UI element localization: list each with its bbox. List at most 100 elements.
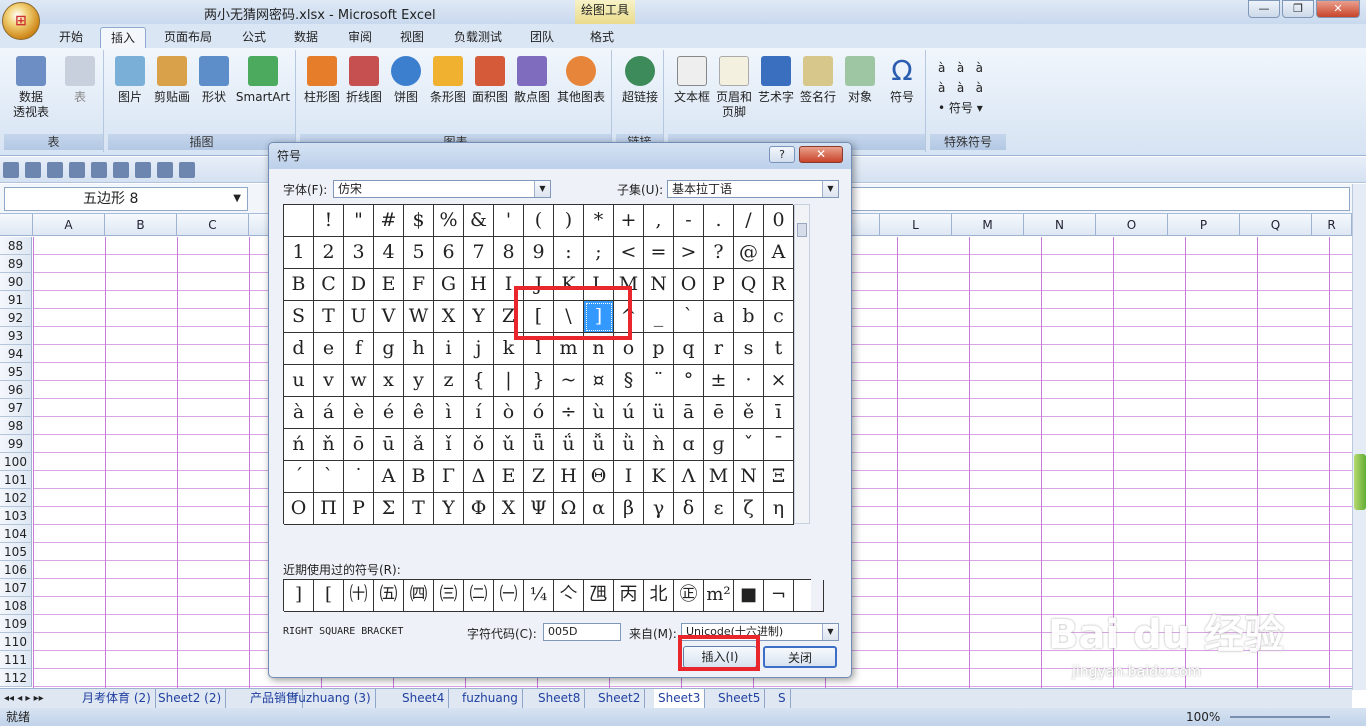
- symbol-cell[interactable]: ǒ: [464, 429, 494, 461]
- row-header[interactable]: 101: [0, 471, 32, 489]
- row-header[interactable]: 92: [0, 309, 32, 327]
- symbol-cell[interactable]: Φ: [464, 493, 494, 525]
- sheet-tab[interactable]: Sheet3: [654, 689, 706, 708]
- symbol-cell[interactable]: Κ: [644, 461, 674, 493]
- select-all-corner[interactable]: [0, 214, 33, 236]
- symbol-cell[interactable]: r: [704, 333, 734, 365]
- row-header[interactable]: 111: [0, 651, 32, 669]
- print-preview-icon[interactable]: [47, 162, 63, 178]
- office-button[interactable]: ⊞: [2, 2, 40, 40]
- chevron-down-icon[interactable]: ▼: [233, 188, 241, 210]
- symbol-cell[interactable]: ǚ: [584, 429, 614, 461]
- chevron-down-icon[interactable]: ▼: [822, 181, 838, 197]
- row-header[interactable]: 98: [0, 417, 32, 435]
- special-symbols-panel[interactable]: à à à à à à • 符号 ▾: [938, 58, 1002, 118]
- hyperlink-button[interactable]: 超链接: [618, 56, 662, 105]
- row-header[interactable]: 107: [0, 579, 32, 597]
- scatter-chart-button[interactable]: 散点图: [512, 56, 552, 105]
- tab-format[interactable]: 格式: [580, 27, 624, 48]
- symbol-cell[interactable]: ǜ: [614, 429, 644, 461]
- symbol-cell[interactable]: >: [674, 237, 704, 269]
- signature-line-button[interactable]: 签名行: [798, 56, 838, 105]
- name-box[interactable]: 五边形 8 ▼: [4, 187, 248, 211]
- symbol-cell[interactable]: ɑ: [674, 429, 704, 461]
- symbol-cell[interactable]: Ω: [554, 493, 584, 525]
- column-header[interactable]: P: [1168, 214, 1240, 236]
- sheet-tab[interactable]: Sheet4: [398, 689, 450, 708]
- recent-symbol-cell[interactable]: ㈤: [374, 580, 404, 612]
- symbol-cell[interactable]: /: [734, 205, 764, 237]
- column-header[interactable]: O: [1096, 214, 1168, 236]
- tab-load-test[interactable]: 负载测试: [446, 27, 510, 48]
- symbol-cell[interactable]: ε: [704, 493, 734, 525]
- symbol-cell[interactable]: V: [374, 301, 404, 333]
- recent-symbol-cell[interactable]: ㈡: [464, 580, 494, 612]
- symbol-cell[interactable]: γ: [644, 493, 674, 525]
- symbol-cell[interactable]: =: [644, 237, 674, 269]
- sheet-tab[interactable]: fuzhuang: [458, 689, 523, 708]
- symbol-cell[interactable]: R: [764, 269, 794, 301]
- symbol-cell[interactable]: ì: [434, 397, 464, 429]
- row-header[interactable]: 88: [0, 237, 32, 255]
- symbol-cell[interactable]: ě: [734, 397, 764, 429]
- symbol-cell[interactable]: 7: [464, 237, 494, 269]
- symbol-cell[interactable]: Y: [464, 301, 494, 333]
- symbol-cell[interactable]: X: [434, 301, 464, 333]
- symbol-cell[interactable]: 4: [374, 237, 404, 269]
- symbol-cell[interactable]: Ο: [284, 493, 314, 525]
- symbol-cell[interactable]: U: [344, 301, 374, 333]
- symbol-cell[interactable]: u: [284, 365, 314, 397]
- symbol-cell[interactable]: x: [374, 365, 404, 397]
- form-icon[interactable]: [69, 162, 85, 178]
- symbol-cell[interactable]: ×: [764, 365, 794, 397]
- symbol-cell[interactable]: _: [644, 301, 674, 333]
- open-icon[interactable]: [25, 162, 41, 178]
- symbol-cell[interactable]: ā: [674, 397, 704, 429]
- row-header[interactable]: 93: [0, 327, 32, 345]
- symbol-cell[interactable]: Χ: [494, 493, 524, 525]
- pie-chart-button[interactable]: 饼图: [388, 56, 424, 105]
- row-header[interactable]: 94: [0, 345, 32, 363]
- row-header[interactable]: 106: [0, 561, 32, 579]
- lock-icon[interactable]: [179, 162, 195, 178]
- highlight-icon[interactable]: [113, 162, 129, 178]
- symbol-button[interactable]: Ω 符号: [882, 56, 922, 105]
- symbol-cell[interactable]: ;: [584, 237, 614, 269]
- chevron-down-icon[interactable]: ▼: [822, 624, 838, 640]
- symbol-cell[interactable]: {: [464, 365, 494, 397]
- bar-chart-button[interactable]: 条形图: [428, 56, 468, 105]
- symbol-cell[interactable]: B: [284, 269, 314, 301]
- column-header[interactable]: M: [952, 214, 1024, 236]
- row-header[interactable]: 99: [0, 435, 32, 453]
- row-header[interactable]: 102: [0, 489, 32, 507]
- scroll-thumb[interactable]: [797, 223, 807, 237]
- column-header[interactable]: [852, 214, 880, 236]
- symbol-cell[interactable]: í: [464, 397, 494, 429]
- recent-symbol-cell[interactable]: ]: [284, 580, 314, 612]
- sheet-tab[interactable]: 月考体育 (2): [78, 689, 156, 708]
- symbol-cell[interactable]: ·: [734, 365, 764, 397]
- symbol-cell[interactable]: Δ: [464, 461, 494, 493]
- undo-icon[interactable]: [91, 162, 107, 178]
- symbol-cell[interactable]: v: [314, 365, 344, 397]
- column-header[interactable]: B: [105, 214, 177, 236]
- formula-input[interactable]: [850, 187, 1350, 211]
- symbol-cell[interactable]: D: [344, 269, 374, 301]
- symbol-cell[interactable]: P: [704, 269, 734, 301]
- symbol-cell[interactable]: Ε: [494, 461, 524, 493]
- symbol-grid-scrollbar[interactable]: [794, 204, 810, 524]
- symbol-cell[interactable]: ,: [644, 205, 674, 237]
- column-header[interactable]: R: [1312, 214, 1352, 236]
- recent-symbol-cell[interactable]: ¼: [524, 580, 554, 612]
- symbol-cell[interactable]: C: [314, 269, 344, 301]
- close-window-button[interactable]: ✕: [1316, 0, 1360, 18]
- sheet-tab[interactable]: Sheet2 (2): [154, 689, 227, 708]
- row-header[interactable]: 100: [0, 453, 32, 471]
- recent-symbol-cell[interactable]: ■: [734, 580, 764, 612]
- recent-symbol-cell[interactable]: 北: [644, 580, 674, 612]
- symbol-cell[interactable]: ň: [314, 429, 344, 461]
- sheet-tab[interactable]: Sheet2: [594, 689, 646, 708]
- symbol-cell[interactable]: @: [734, 237, 764, 269]
- row-header[interactable]: 90: [0, 273, 32, 291]
- column-header[interactable]: L: [880, 214, 952, 236]
